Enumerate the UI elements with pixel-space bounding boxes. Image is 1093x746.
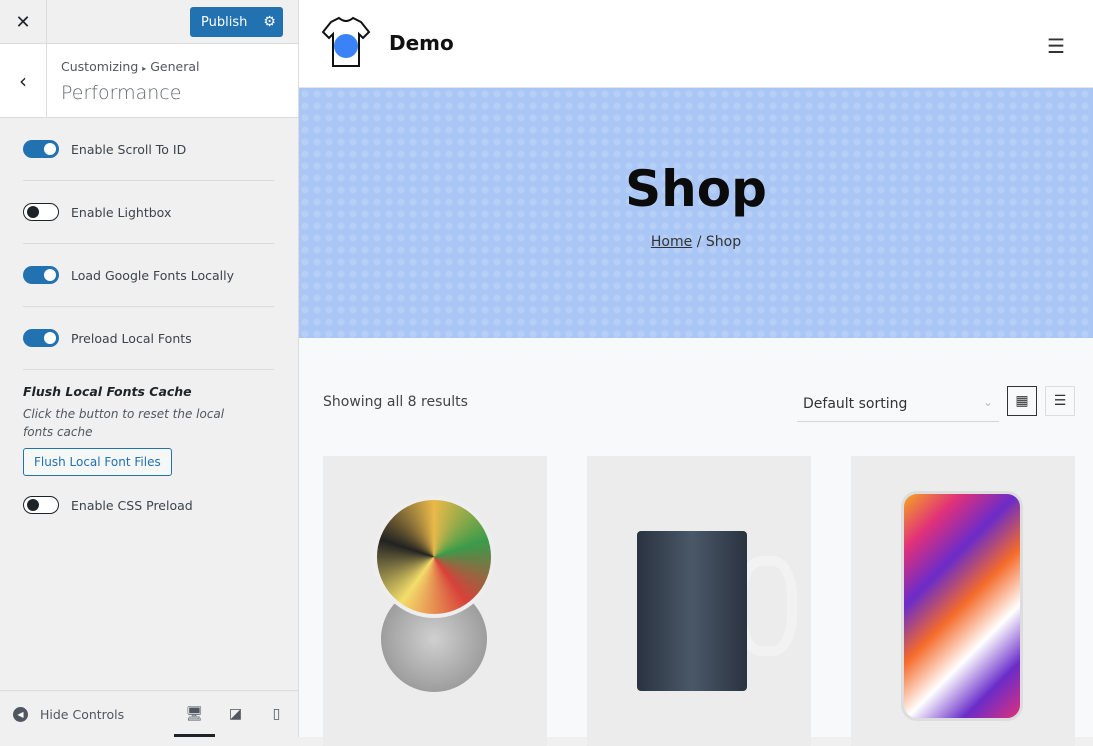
breadcrumb: Home / Shop: [299, 234, 1093, 250]
sorting-value: Default sorting: [803, 396, 908, 412]
close-icon[interactable]: ✕: [0, 0, 47, 44]
hamburger-menu-icon[interactable]: ☰: [1047, 34, 1065, 58]
flush-description: Click the button to reset the local font…: [23, 407, 225, 439]
option-css-preload: Enable CSS Preload: [23, 476, 274, 534]
tshirt-logo-icon[interactable]: [321, 16, 371, 70]
breadcrumb-current: Shop: [705, 234, 742, 250]
flush-fonts-button[interactable]: Flush Local Font Files: [23, 448, 172, 476]
breadcrumb-root: Customizing: [61, 59, 139, 74]
grid-view-icon[interactable]: ▦: [1007, 386, 1037, 416]
mobile-preview-icon[interactable]: ▯: [256, 691, 297, 737]
list-view-icon[interactable]: ☰: [1045, 386, 1075, 416]
product-image-button: [373, 496, 495, 618]
publish-label[interactable]: Publish: [190, 15, 256, 30]
site-preview: Demo ☰ Shop Home / Shop Showing all 8 re…: [299, 0, 1093, 746]
shop-toolbar: Showing all 8 results Default sorting ⌄ ▦…: [299, 338, 1093, 448]
breadcrumb-section: General: [150, 59, 200, 74]
desktop-preview-icon[interactable]: 🖥: [174, 691, 215, 737]
site-header: Demo ☰: [299, 0, 1093, 88]
toggle-css-preload[interactable]: [23, 496, 59, 514]
tablet-preview-icon[interactable]: ◪: [215, 691, 256, 737]
option-google-fonts-locally: Load Google Fonts Locally: [23, 244, 274, 307]
gear-icon[interactable]: ⚙: [256, 14, 283, 30]
breadcrumb: Customizing ▸ General: [61, 59, 200, 74]
product-card[interactable]: [587, 456, 811, 746]
option-label: Enable Scroll To ID: [71, 141, 187, 157]
breadcrumb-home-link[interactable]: Home: [651, 234, 692, 250]
option-scroll-to-id: Enable Scroll To ID: [23, 118, 274, 181]
product-card[interactable]: [323, 456, 547, 746]
back-chevron-icon[interactable]: ‹: [0, 44, 47, 117]
toggle-lightbox[interactable]: [23, 203, 59, 221]
breadcrumb-separator: /: [692, 234, 706, 250]
hide-controls-label: Hide Controls: [40, 706, 125, 722]
toggle-google-fonts-locally[interactable]: [23, 266, 59, 284]
site-title[interactable]: Demo: [389, 31, 454, 55]
section-header: ‹ Customizing ▸ General Performance: [0, 44, 298, 118]
toggle-preload-local-fonts[interactable]: [23, 329, 59, 347]
customizer-footer: ◀ Hide Controls 🖥 ◪ ▯: [0, 690, 298, 737]
product-card[interactable]: [851, 456, 1075, 746]
publish-button[interactable]: Publish ⚙: [190, 7, 283, 37]
option-lightbox: Enable Lightbox: [23, 181, 274, 244]
toggle-scroll-to-id[interactable]: [23, 140, 59, 158]
option-preload-local-fonts: Preload Local Fonts: [23, 307, 274, 370]
product-image-mug: [637, 531, 747, 691]
customizer-topbar: ✕ Publish ⚙: [0, 0, 298, 44]
page-title: Shop: [625, 160, 767, 218]
option-label: Enable CSS Preload: [71, 497, 193, 513]
hide-controls-button[interactable]: ◀ Hide Controls: [0, 706, 174, 722]
result-count: Showing all 8 results: [323, 394, 468, 410]
flush-heading: Flush Local Fonts Cache: [23, 384, 192, 399]
breadcrumb-separator: ▸: [142, 64, 147, 73]
chevron-down-icon: ⌄: [982, 395, 993, 409]
option-label: Load Google Fonts Locally: [71, 267, 234, 283]
product-image-phone-case: [901, 491, 1023, 721]
option-label: Enable Lightbox: [71, 204, 172, 220]
collapse-icon: ◀: [13, 706, 28, 722]
option-label: Preload Local Fonts: [71, 330, 192, 346]
section-title: Performance: [61, 82, 182, 104]
page-hero: Shop Home / Shop: [299, 88, 1093, 338]
sorting-select[interactable]: Default sorting ⌄: [797, 388, 999, 422]
customizer-sidebar: ✕ Publish ⚙ ‹ Customizing ▸ General Perfo…: [0, 0, 299, 737]
